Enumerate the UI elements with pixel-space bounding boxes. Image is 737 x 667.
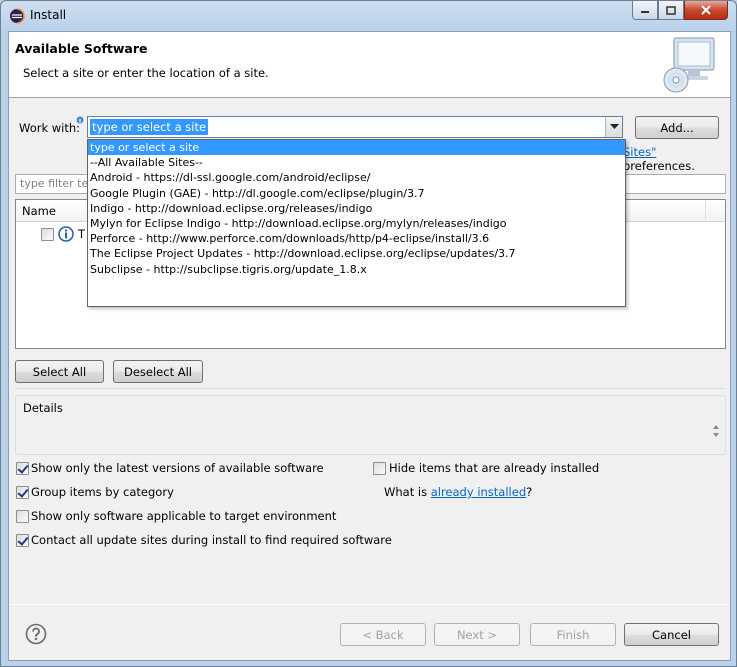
combo-dropdown-button[interactable] [605, 117, 622, 137]
finish-label: Finish [556, 627, 590, 642]
what-is-installed-text: What is already installed? [384, 485, 532, 499]
group-by-category-checkbox[interactable] [16, 486, 29, 499]
add-site-button-label: Add... [660, 120, 694, 135]
work-with-label: Work with: [19, 121, 81, 135]
hide-installed-checkbox[interactable] [373, 462, 386, 475]
chevron-down-icon [609, 124, 619, 129]
cancel-button[interactable]: Cancel [624, 623, 719, 646]
dropdown-option[interactable]: --All Available Sites-- [88, 155, 625, 170]
details-scroll-arrows-icon[interactable] [712, 424, 720, 438]
dropdown-option[interactable]: type or select a site [88, 140, 625, 156]
available-sites-preferences-text: Sites" preferences. [623, 145, 730, 173]
cancel-label: Cancel [652, 627, 691, 642]
back-button[interactable]: < Back [340, 623, 426, 646]
banner-title: Available Software [15, 41, 148, 56]
footer-separator [9, 604, 730, 605]
install-wizard-icon [663, 37, 715, 93]
next-label: Next > [456, 627, 498, 642]
group-by-category-label[interactable]: Group items by category [31, 485, 174, 499]
dropdown-option[interactable]: Subclipse - http://subclipse.tigris.org/… [88, 262, 625, 277]
dialog-client-area: Available Software Select a site or ente… [8, 31, 731, 661]
tree-row-label: T [78, 227, 86, 241]
banner-message: Select a site or enter the location of a… [23, 66, 269, 80]
window-title: Install [30, 8, 67, 22]
available-sites-link[interactable]: Sites" [623, 145, 656, 159]
minimize-button[interactable] [632, 1, 658, 20]
what-is-prefix: What is [384, 485, 431, 499]
work-with-dropdown-list[interactable]: type or select a site --All Available Si… [87, 139, 626, 307]
column-divider[interactable] [705, 200, 706, 221]
close-icon [701, 5, 711, 15]
back-label: < Back [362, 627, 404, 642]
eclipse-icon [10, 8, 25, 24]
deselect-all-button[interactable]: Deselect All [113, 360, 203, 383]
info-decoration-icon [76, 116, 84, 124]
dropdown-option[interactable]: Android - https://dl-ssl.google.com/andr… [88, 170, 625, 185]
install-window: Install Available Software Select a site… [0, 0, 737, 667]
maximize-button[interactable] [658, 1, 684, 20]
name-column-header[interactable]: Name [22, 204, 56, 218]
contact-sites-label[interactable]: Contact all update sites during install … [31, 533, 392, 547]
dropdown-option[interactable]: The Eclipse Project Updates - http://dow… [88, 246, 625, 261]
title-bar[interactable]: Install [1, 1, 736, 31]
work-with-combo-value[interactable]: type or select a site [90, 119, 209, 135]
contact-sites-checkbox[interactable] [16, 534, 29, 547]
hide-installed-label[interactable]: Hide items that are already installed [389, 461, 599, 475]
dropdown-option[interactable]: Indigo - http://download.eclipse.org/rel… [88, 201, 625, 216]
finish-button[interactable]: Finish [530, 623, 616, 646]
target-environment-label[interactable]: Show only software applicable to target … [31, 509, 336, 523]
latest-versions-checkbox[interactable] [16, 462, 29, 475]
help-icon[interactable] [25, 623, 47, 645]
divider [15, 388, 726, 389]
minimize-icon [641, 11, 649, 13]
what-is-suffix: ? [526, 485, 533, 499]
details-area[interactable] [15, 395, 726, 455]
dropdown-option[interactable]: Perforce - http://www.perforce.com/downl… [88, 231, 625, 246]
already-installed-link[interactable]: already installed [431, 485, 526, 499]
work-with-combo[interactable]: type or select a site [87, 116, 623, 138]
preferences-text: preferences. [623, 159, 695, 173]
latest-versions-label[interactable]: Show only the latest versions of availab… [31, 461, 324, 475]
info-icon [58, 226, 74, 242]
select-all-label: Select All [32, 364, 87, 379]
next-button[interactable]: Next > [434, 623, 520, 646]
select-all-button[interactable]: Select All [15, 360, 104, 383]
maximize-icon [666, 5, 676, 15]
close-button[interactable] [684, 1, 728, 20]
tree-row-checkbox[interactable] [41, 228, 54, 241]
dropdown-option[interactable]: Mylyn for Eclipse Indigo - http://downlo… [88, 216, 625, 231]
deselect-all-label: Deselect All [123, 364, 192, 379]
add-site-button[interactable]: Add... [635, 116, 719, 139]
target-environment-checkbox[interactable] [16, 510, 29, 523]
dropdown-option[interactable]: Google Plugin (GAE) - http://dl.google.c… [88, 186, 625, 201]
banner: Available Software Select a site or ente… [9, 32, 730, 98]
